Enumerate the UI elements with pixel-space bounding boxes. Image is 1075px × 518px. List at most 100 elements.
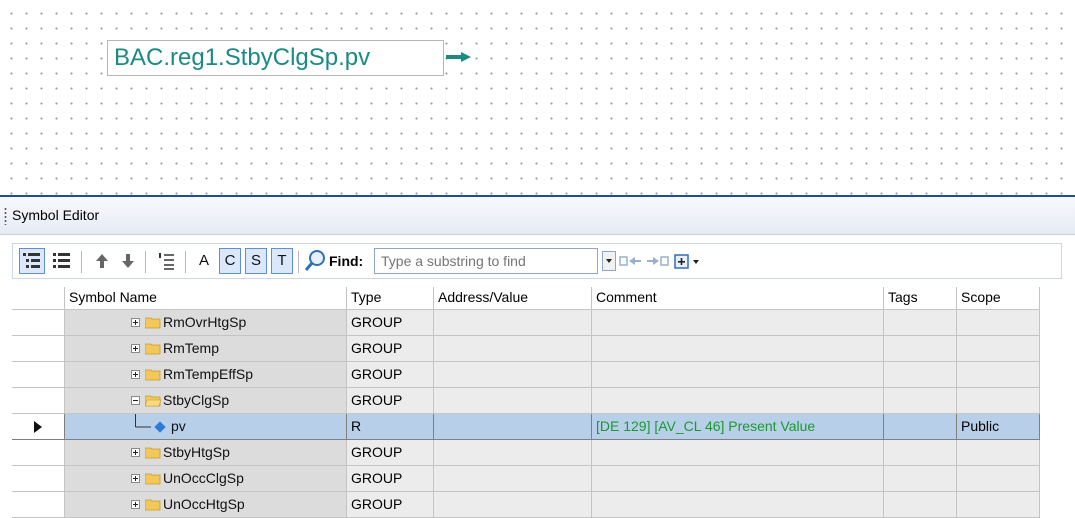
search-icon[interactable] (303, 248, 327, 274)
sort-button[interactable] (153, 248, 179, 274)
column-header-tags[interactable]: Tags (884, 287, 957, 310)
comment-cell[interactable] (592, 336, 884, 362)
find-previous-button[interactable] (619, 248, 643, 274)
list-view-button[interactable] (49, 248, 75, 274)
tags-cell[interactable] (884, 414, 957, 440)
table-row[interactable]: RmOvrHtgSp GROUP (12, 310, 1062, 336)
address-cell[interactable] (434, 414, 592, 440)
scope-cell[interactable] (957, 388, 1040, 414)
address-cell[interactable] (434, 310, 592, 336)
expand-icon[interactable] (131, 370, 140, 379)
column-header-type[interactable]: Type (347, 287, 434, 310)
type-cell[interactable]: GROUP (347, 388, 434, 414)
address-cell[interactable] (434, 362, 592, 388)
comment-cell[interactable] (592, 362, 884, 388)
comment-cell[interactable] (592, 388, 884, 414)
comment-cell[interactable] (592, 492, 884, 518)
design-canvas[interactable]: BAC.reg1.StbyClgSp.pv (0, 0, 1075, 196)
row-selector[interactable] (12, 310, 65, 336)
filter-a-button[interactable]: A (193, 248, 215, 274)
expand-icon[interactable] (131, 318, 140, 327)
toolbar-separator (185, 251, 186, 273)
filter-t-button[interactable]: T (271, 248, 293, 274)
symbol-name-cell[interactable]: StbyHtgSp (65, 440, 347, 466)
type-cell[interactable]: GROUP (347, 310, 434, 336)
find-next-button[interactable] (645, 248, 669, 274)
panel-title-bar[interactable]: Symbol Editor (0, 197, 1075, 235)
row-selector[interactable] (12, 388, 65, 414)
output-connector-icon[interactable] (446, 51, 472, 63)
expand-all-button[interactable] (673, 248, 703, 274)
symbol-name-cell[interactable]: UnOccClgSp (65, 466, 347, 492)
symbol-name-cell[interactable]: RmTempEffSp (65, 362, 347, 388)
table-row-selected[interactable]: pv R [DE 129] [AV_CL 46] Present Value P… (12, 414, 1062, 440)
tags-cell[interactable] (884, 336, 957, 362)
symbol-reference-label[interactable]: BAC.reg1.StbyClgSp.pv (107, 40, 444, 76)
symbol-name-cell[interactable]: UnOccHtgSp (65, 492, 347, 518)
panel-grip-icon[interactable] (4, 207, 7, 225)
tags-cell[interactable] (884, 310, 957, 336)
tree-view-icon (23, 253, 40, 268)
column-header-symbol-name[interactable]: Symbol Name (65, 287, 347, 310)
address-cell[interactable] (434, 388, 592, 414)
symbol-name-cell[interactable]: pv (65, 414, 347, 440)
move-down-button[interactable] (115, 248, 141, 274)
expand-icon[interactable] (131, 500, 140, 509)
column-header-address-value[interactable]: Address/Value (434, 287, 592, 310)
tags-cell[interactable] (884, 492, 957, 518)
table-row[interactable]: UnOccHtgSp GROUP (12, 492, 1062, 518)
comment-cell[interactable] (592, 440, 884, 466)
column-header-scope[interactable]: Scope (957, 287, 1040, 310)
tags-cell[interactable] (884, 362, 957, 388)
scope-cell[interactable]: Public (957, 414, 1040, 440)
scope-cell[interactable] (957, 492, 1040, 518)
move-up-button[interactable] (89, 248, 115, 274)
filter-c-button[interactable]: C (219, 248, 241, 274)
row-selector[interactable] (12, 336, 65, 362)
filter-s-button[interactable]: S (245, 248, 267, 274)
scope-cell[interactable] (957, 440, 1040, 466)
table-row[interactable]: RmTemp GROUP (12, 336, 1062, 362)
tree-view-button[interactable] (19, 248, 45, 274)
row-selector[interactable] (12, 466, 65, 492)
type-cell[interactable]: GROUP (347, 336, 434, 362)
symbol-name-cell[interactable]: RmOvrHtgSp (65, 310, 347, 336)
table-row[interactable]: StbyHtgSp GROUP (12, 440, 1062, 466)
scope-cell[interactable] (957, 336, 1040, 362)
row-selector[interactable] (12, 362, 65, 388)
type-cell[interactable]: GROUP (347, 466, 434, 492)
symbol-name-cell[interactable]: RmTemp (65, 336, 347, 362)
find-input[interactable] (374, 248, 598, 274)
expand-icon[interactable] (131, 344, 140, 353)
comment-cell[interactable]: [DE 129] [AV_CL 46] Present Value (592, 414, 884, 440)
address-cell[interactable] (434, 440, 592, 466)
row-selector[interactable] (12, 492, 65, 518)
scope-cell[interactable] (957, 310, 1040, 336)
tags-cell[interactable] (884, 466, 957, 492)
row-selector[interactable] (12, 414, 65, 440)
table-row[interactable]: StbyClgSp GROUP (12, 388, 1062, 414)
scope-cell[interactable] (957, 362, 1040, 388)
comment-cell[interactable] (592, 466, 884, 492)
table-row[interactable]: UnOccClgSp GROUP (12, 466, 1062, 492)
symbol-name-cell[interactable]: StbyClgSp (65, 388, 347, 414)
address-cell[interactable] (434, 492, 592, 518)
expand-icon[interactable] (131, 474, 140, 483)
tags-cell[interactable] (884, 388, 957, 414)
collapse-icon[interactable] (131, 396, 140, 405)
address-cell[interactable] (434, 336, 592, 362)
type-cell[interactable]: GROUP (347, 440, 434, 466)
comment-cell[interactable] (592, 310, 884, 336)
table-row[interactable]: RmTempEffSp GROUP (12, 362, 1062, 388)
type-cell[interactable]: GROUP (347, 492, 434, 518)
symbol-name-text: RmOvrHtgSp (163, 314, 247, 330)
tags-cell[interactable] (884, 440, 957, 466)
address-cell[interactable] (434, 466, 592, 492)
type-cell[interactable]: GROUP (347, 362, 434, 388)
expand-icon[interactable] (131, 448, 140, 457)
type-cell[interactable]: R (347, 414, 434, 440)
column-header-comment[interactable]: Comment (592, 287, 884, 310)
find-dropdown-button[interactable] (602, 251, 616, 271)
scope-cell[interactable] (957, 466, 1040, 492)
row-selector[interactable] (12, 440, 65, 466)
